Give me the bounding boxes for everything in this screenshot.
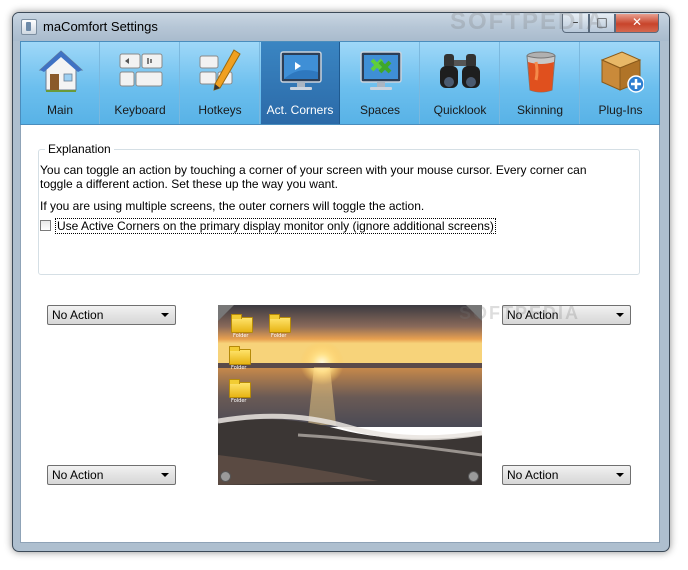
folder-icon	[229, 346, 251, 365]
settings-window: maComfort Settings – □ ✕ Main Keyboard H…	[12, 12, 670, 552]
house-icon	[38, 50, 84, 92]
app-icon	[21, 19, 37, 35]
top-left-corner-value: No Action	[52, 308, 104, 322]
tab-quicklook-label: Quicklook	[433, 103, 487, 117]
folder-icon	[231, 314, 253, 333]
tab-hotkeys[interactable]: Hotkeys	[181, 42, 260, 124]
bottom-right-corner-value: No Action	[507, 468, 559, 482]
tab-keyboard[interactable]: Keyboard	[101, 42, 180, 124]
chevron-down-icon	[161, 473, 169, 477]
close-button[interactable]: ✕	[615, 14, 659, 33]
primary-display-checkbox-label[interactable]: Use Active Corners on the primary displa…	[55, 218, 496, 234]
sunset-wallpaper-image	[218, 305, 482, 485]
tab-quicklook[interactable]: Quicklook	[421, 42, 500, 124]
tab-spaces[interactable]: Spaces	[341, 42, 420, 124]
chevron-down-icon	[616, 313, 624, 317]
folder-icon	[229, 379, 251, 398]
plugin-box-icon	[600, 51, 644, 93]
spaces-icon	[360, 51, 402, 90]
chevron-down-icon	[616, 473, 624, 477]
bottom-left-corner-indicator	[220, 471, 231, 482]
tab-act-corners-label: Act. Corners	[266, 103, 334, 117]
folder-label: Folder	[233, 333, 249, 339]
folder-label: Folder	[231, 365, 247, 371]
tab-keyboard-label: Keyboard	[114, 103, 166, 117]
tab-plug-ins[interactable]: Plug-Ins	[581, 42, 660, 124]
primary-display-checkbox[interactable]	[40, 220, 51, 231]
tab-act-corners[interactable]: Act. Corners	[261, 42, 340, 124]
act-corners-panel: Explanation You can toggle an action by …	[20, 125, 660, 543]
tab-plug-ins-label: Plug-Ins	[598, 103, 643, 117]
top-left-corner-select[interactable]: No Action	[47, 305, 176, 325]
folder-label: Folder	[271, 333, 287, 339]
folder-label: Folder	[231, 398, 247, 404]
binoculars-icon	[440, 54, 480, 88]
bottom-left-corner-value: No Action	[52, 468, 104, 482]
folder-icon	[269, 314, 291, 333]
hotkeys-icon	[199, 49, 241, 91]
keyboard-icon	[119, 53, 163, 87]
multi-screen-text: If you are using multiple screens, the o…	[40, 199, 425, 213]
title-watermark-text: SOFTPEDIA	[450, 8, 606, 35]
window-title: maComfort Settings	[43, 19, 158, 34]
watermark-text: SOFTPEDIA	[459, 303, 581, 323]
tab-bar: Main Keyboard Hotkeys Act. Corners Space…	[20, 41, 660, 125]
tab-skinning-label: Skinning	[516, 103, 564, 117]
chevron-down-icon	[161, 313, 169, 317]
tab-main[interactable]: Main	[21, 42, 100, 124]
tab-hotkeys-label: Hotkeys	[198, 103, 242, 117]
monitor-corners-icon	[280, 51, 322, 90]
tab-spaces-label: Spaces	[359, 103, 401, 117]
bottom-left-corner-select[interactable]: No Action	[47, 465, 176, 485]
bottom-right-corner-indicator	[468, 471, 479, 482]
paint-bucket-icon	[526, 51, 556, 93]
desktop-preview: Folder Folder Folder Folder	[218, 305, 482, 485]
explanation-text: You can toggle an action by touching a c…	[40, 163, 587, 191]
explanation-title: Explanation	[45, 142, 114, 156]
tab-skinning[interactable]: Skinning	[501, 42, 580, 124]
tab-main-label: Main	[46, 103, 73, 117]
bottom-right-corner-select[interactable]: No Action	[502, 465, 631, 485]
